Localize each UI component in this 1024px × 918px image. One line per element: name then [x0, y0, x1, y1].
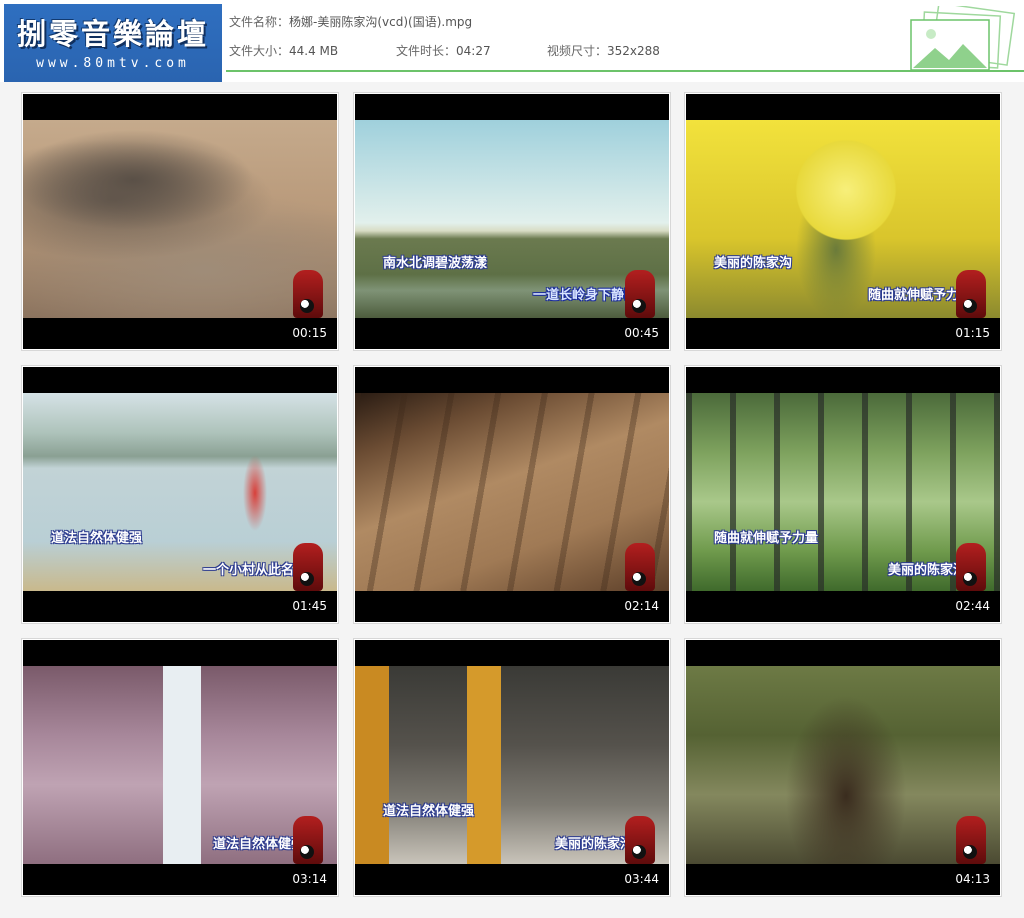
- video-resolution-label: 视频尺寸：: [547, 44, 608, 58]
- timestamp: 04:13: [955, 872, 990, 886]
- timestamp: 02:44: [955, 599, 990, 613]
- logo-badge: [293, 816, 323, 864]
- thumbnail-2[interactable]: 南水北调碧波荡漾 一道长岭身下静卧 00:45: [353, 92, 671, 351]
- logo-badge: [625, 816, 655, 864]
- logo-title: 捌零音樂論壇: [16, 17, 209, 51]
- video-frame: 道法自然体健强 一个小村从此名扬 01:45: [23, 367, 337, 622]
- video-frame: 00:15: [23, 94, 337, 349]
- logo-url: www.80mtv.com: [36, 56, 190, 71]
- file-name-value: 杨娜-美丽陈家沟(vcd)(国语).mpg: [289, 15, 473, 29]
- timestamp: 01:45: [292, 599, 327, 613]
- logo-badge: [956, 816, 986, 864]
- logo-badge: [625, 543, 655, 591]
- file-duration-row: 文件时长：04:27: [396, 42, 491, 59]
- thumbnail-9[interactable]: 04:13: [684, 638, 1002, 897]
- thumbnail-5[interactable]: 02:14: [353, 365, 671, 624]
- file-size-label: 文件大小：: [229, 44, 290, 58]
- video-frame: 04:13: [686, 640, 1000, 895]
- lyric-line-1: 道法自然体健强: [51, 531, 143, 546]
- thumbnail-1[interactable]: 00:15: [21, 92, 339, 351]
- lyric-line-2: 一个小村从此名扬: [203, 563, 308, 578]
- thumbnail-7[interactable]: 道法自然体健强 03:14: [21, 638, 339, 897]
- video-resolution-value: 352x288: [607, 44, 660, 58]
- lyric-line-1: 道法自然体健强: [383, 804, 475, 819]
- file-name-label: 文件名称：: [229, 15, 290, 29]
- picture-stack-icon: [910, 6, 1016, 71]
- lyric-line-2: 美丽的陈家沟: [555, 837, 634, 852]
- video-frame: 道法自然体健强 美丽的陈家沟 03:44: [355, 640, 669, 895]
- logo-badge: [293, 270, 323, 318]
- video-frame: 随曲就伸赋予力量 美丽的陈家沟 02:44: [686, 367, 1000, 622]
- logo-badge: [625, 270, 655, 318]
- timestamp: 00:15: [292, 326, 327, 340]
- timestamp: 01:15: [955, 326, 990, 340]
- lyric-line-1: 美丽的陈家沟: [714, 256, 793, 271]
- timestamp: 03:44: [624, 872, 659, 886]
- scene-mural-wall: [355, 393, 669, 591]
- thumbnail-4[interactable]: 道法自然体健强 一个小村从此名扬 01:45: [21, 365, 339, 624]
- logo-badge: [293, 543, 323, 591]
- video-frame: 02:14: [355, 367, 669, 622]
- forum-logo[interactable]: 捌零音樂論壇 www.80mtv.com: [4, 4, 222, 82]
- thumbnail-6[interactable]: 随曲就伸赋予力量 美丽的陈家沟 02:44: [684, 365, 1002, 624]
- lyric-line-1: 南水北调碧波荡漾: [383, 256, 488, 271]
- file-name-row: 文件名称：杨娜-美丽陈家沟(vcd)(国语).mpg: [229, 13, 472, 30]
- scene-clouds: [23, 120, 337, 318]
- video-frame: 道法自然体健强 03:14: [23, 640, 337, 895]
- lyric-line-2: 道法自然体健强: [213, 837, 305, 852]
- lyric-line-1: 随曲就伸赋予力量: [714, 531, 819, 546]
- video-frame: 美丽的陈家沟 随曲就伸赋予力量 01:15: [686, 94, 1000, 349]
- video-resolution-row: 视频尺寸：352x288: [547, 42, 660, 59]
- file-size-row: 文件大小：44.4 MB: [229, 42, 338, 59]
- header-divider: [226, 70, 1024, 72]
- lyric-line-2: 一道长岭身下静卧: [533, 288, 638, 303]
- scene-tree-courtyard: [686, 666, 1000, 864]
- timestamp: 03:14: [292, 872, 327, 886]
- file-duration-label: 文件时长：: [396, 44, 457, 58]
- lyric-line-2: 美丽的陈家沟: [888, 563, 967, 578]
- file-duration-value: 04:27: [456, 44, 491, 58]
- file-size-value: 44.4 MB: [289, 44, 339, 58]
- logo-badge: [956, 270, 986, 318]
- thumbnail-8[interactable]: 道法自然体健强 美丽的陈家沟 03:44: [353, 638, 671, 897]
- thumbnail-3[interactable]: 美丽的陈家沟 随曲就伸赋予力量 01:15: [684, 92, 1002, 351]
- timestamp: 02:14: [624, 599, 659, 613]
- logo-badge: [956, 543, 986, 591]
- timestamp: 00:45: [624, 326, 659, 340]
- video-frame: 南水北调碧波荡漾 一道长岭身下静卧 00:45: [355, 94, 669, 349]
